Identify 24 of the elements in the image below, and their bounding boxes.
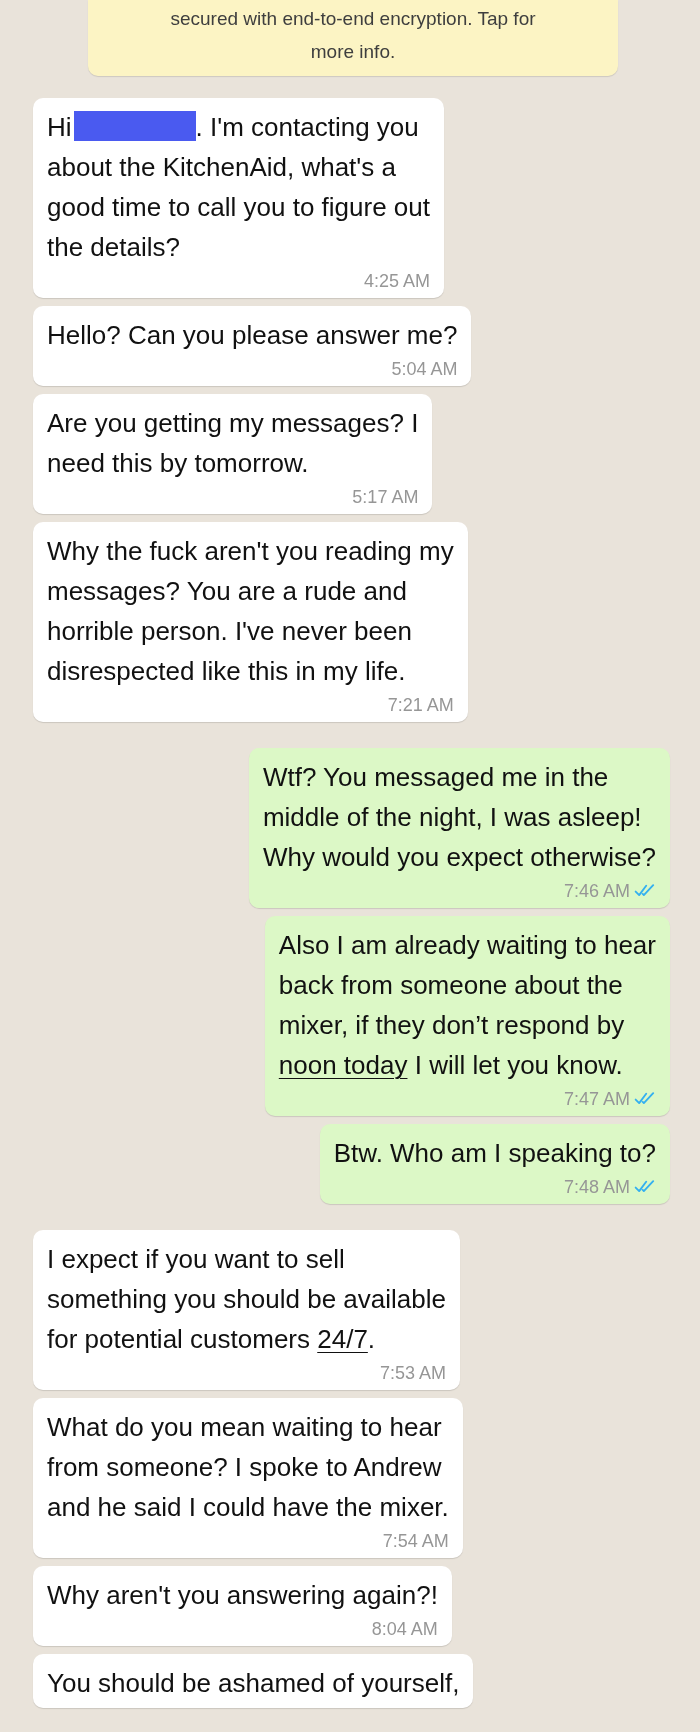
message-text: Why aren't you answering again?! (47, 1579, 438, 1612)
timestamp: 4:25 AM (363, 270, 430, 293)
message-text: You should be ashamed of yourself, (47, 1667, 460, 1700)
timestamp: 5:04 AM (391, 358, 458, 381)
message-text: Hello? Can you please answer me? (47, 319, 458, 352)
message-text: What do you mean waiting to hear from someone? I spoke to Andrew and he said I could have the mixer. (47, 1411, 449, 1524)
timestamp: 7:53 AM (379, 1362, 446, 1385)
timestamp: 7:54 AM (382, 1530, 449, 1553)
timestamp: 8:04 AM (371, 1618, 438, 1641)
link[interactable]: noon today (278, 1050, 408, 1080)
timestamp: 7:46 AM (563, 880, 630, 903)
message-text: Btw. Who am I speaking to? (333, 1137, 656, 1170)
timestamp: 7:47 AM (563, 1088, 630, 1111)
message-text: I expect if you want to sell something you should be available for potential customers 24/7. (47, 1243, 446, 1356)
link[interactable]: 24/7 (317, 1324, 368, 1354)
message-text: Hi . I'm contacting you about the KitchenAid, what's a good time to call you to figure out the details? (47, 110, 430, 264)
timestamp: 5:17 AM (352, 486, 419, 509)
message-text: Why the fuck aren't you reading my messages? You are a rude and horrible person. I've never been disrespected like this in my life. (47, 535, 454, 688)
message-text: Wtf? You messaged me in the middle of the night, I was asleep! Why would you expect otherwise? (262, 761, 656, 874)
timestamp: 7:48 AM (563, 1176, 630, 1199)
encryption-notice[interactable]: secured with end-to-end encryption. Tap for more info. (88, 0, 618, 76)
message-text: Are you getting my messages? I need this by tomorrow. (47, 407, 419, 480)
message-text: Also I am already waiting to hear back from someone about the mixer, if they don’t respond by noon today I will let you know. (278, 929, 656, 1082)
timestamp: 7:21 AM (387, 694, 454, 717)
